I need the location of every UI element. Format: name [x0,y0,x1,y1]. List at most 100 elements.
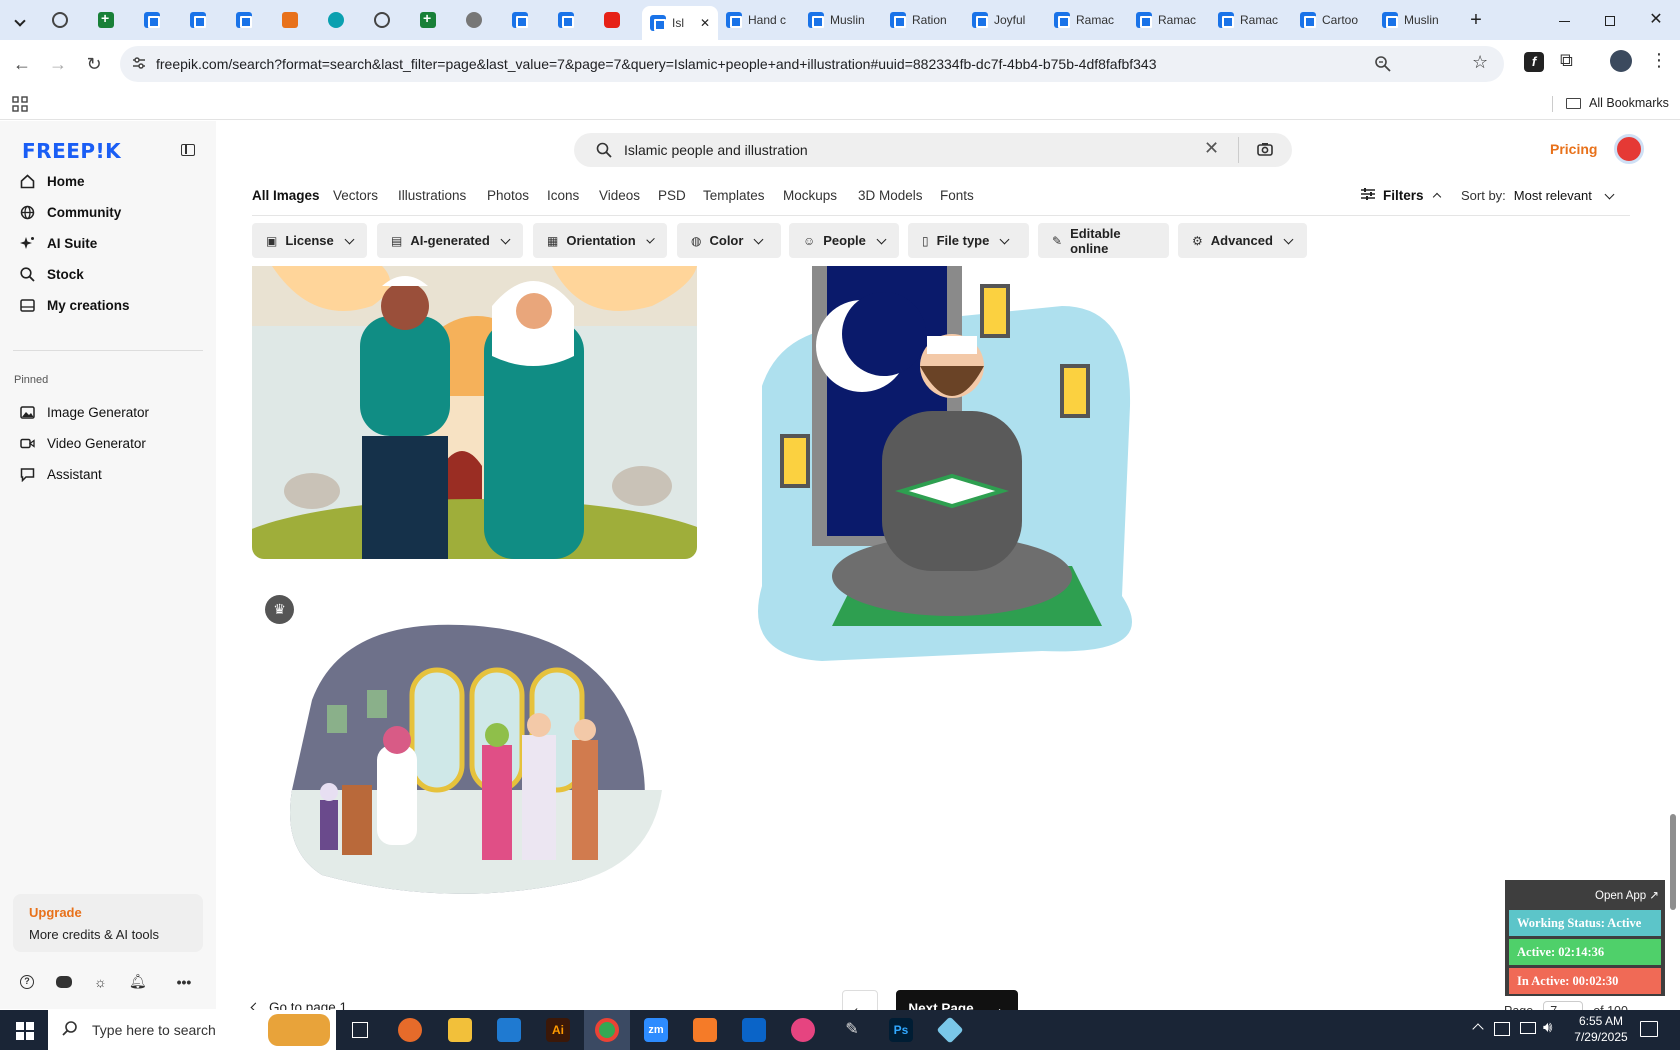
display-icon[interactable] [1520,1022,1536,1034]
browser-tab[interactable]: Hand c [718,6,800,34]
sidebar-item-community[interactable]: Community [20,200,121,224]
browser-tab[interactable]: Isl ✕ [642,6,718,40]
user-avatar[interactable] [1614,134,1644,164]
sidebar-item-my-creations[interactable]: My creations [20,293,130,317]
filter-license[interactable]: ▣ License [252,223,367,258]
category-tab-illustrations[interactable]: Illustrations [398,188,466,203]
zoom-app-icon[interactable]: zm [644,1018,668,1042]
category-tab-icons[interactable]: Icons [547,188,579,203]
filter-people[interactable]: ☺ People [789,223,899,258]
search-input[interactable]: Islamic people and illustration [624,142,808,158]
outlook-icon[interactable] [742,1018,766,1042]
result-image-couple-mosque[interactable] [252,266,697,559]
browser-tab[interactable] [412,6,458,34]
address-bar[interactable]: freepik.com/search?format=search&last_fi… [120,46,1504,82]
chrome-icon[interactable] [595,1018,619,1042]
bell-icon[interactable]: 🔔︎ [129,973,147,990]
category-tab-fonts[interactable]: Fonts [940,188,974,203]
photoshop-icon[interactable]: Ps [889,1018,913,1042]
puzzle-icon[interactable]: ⧉ [1560,50,1573,71]
filter-advanced[interactable]: ⚙ Advanced [1178,223,1307,258]
browser-tab[interactable] [596,6,642,34]
url-text[interactable]: freepik.com/search?format=search&last_fi… [156,56,1157,72]
notification-icon[interactable] [1640,1021,1658,1037]
browser-tab[interactable]: Ration [882,6,964,34]
open-app-link[interactable]: Open App ↗ [1595,888,1659,902]
category-tab-videos[interactable]: Videos [599,188,640,203]
browser-tab[interactable]: Ramac [1210,6,1292,34]
browser-tab[interactable] [228,6,274,34]
close-tab-icon[interactable]: ✕ [700,16,710,30]
xampp-icon[interactable] [693,1018,717,1042]
task-view-icon[interactable] [352,1022,368,1038]
restore-button[interactable] [1598,8,1622,32]
windows-start-icon[interactable] [16,1022,34,1045]
upgrade-card[interactable]: Upgrade More credits & AI tools [13,894,203,952]
new-tab-button[interactable]: + [1464,8,1488,32]
browser-tab[interactable]: Muslin [800,6,882,34]
browser-tab[interactable] [44,6,90,34]
more-dots-icon[interactable]: ••• [177,974,192,990]
sidebar-item-assistant[interactable]: Assistant [20,462,102,486]
browser-tab[interactable]: Ramac [1128,6,1210,34]
site-settings-icon[interactable] [132,56,146,70]
category-tab-vectors[interactable]: Vectors [333,188,378,203]
creative-cloud-icon[interactable] [791,1018,815,1042]
page-scrollbar[interactable] [1666,121,1680,1010]
discord-icon[interactable] [56,975,72,988]
profile-avatar[interactable] [1610,50,1632,72]
file-explorer-icon[interactable] [448,1018,472,1042]
taskbar-search-input[interactable]: Type here to search [92,1022,216,1038]
pen-tool-icon[interactable]: ✎ [840,1018,864,1042]
filter-color[interactable]: ◍ Color [677,223,781,258]
freepik-logo[interactable]: FREEP!K [22,139,121,163]
sidebar-item-video-generator[interactable]: Video Generator [20,431,146,455]
sidebar-item-home[interactable]: Home [20,169,85,193]
category-tab-psd[interactable]: PSD [658,188,686,203]
help-icon[interactable]: ? [20,974,34,989]
filter-ai-generated[interactable]: ▤ AI-generated [377,223,523,258]
bookmark-star-icon[interactable]: ☆ [1472,52,1488,73]
browser-tab[interactable]: Joyful [964,6,1046,34]
theme-sun-icon[interactable]: ☼ [94,974,107,990]
sidebar-item-ai-suite[interactable]: AI Suite [20,231,97,255]
back-button[interactable]: ← [10,52,34,76]
firefox-icon[interactable] [398,1018,422,1042]
menu-kebab-icon[interactable]: ⋮ [1650,50,1668,71]
extension-icon[interactable]: f [1524,52,1544,72]
taskbar-search[interactable]: Type here to search [48,1010,336,1050]
browser-tab[interactable] [136,6,182,34]
browser-tab[interactable] [320,6,366,34]
camera-search-icon[interactable] [1257,142,1273,162]
network-icon[interactable] [1494,1022,1510,1036]
category-tab-photos[interactable]: Photos [487,188,529,203]
category-tab-mockups[interactable]: Mockups [783,188,837,203]
result-image-family-visit[interactable] [282,620,667,895]
volume-icon[interactable]: 🔊︎ [1543,1019,1552,1036]
sort-control[interactable]: Sort by: Most relevant [1461,188,1615,203]
browser-tab[interactable]: Cartoo [1292,6,1374,34]
filters-toggle[interactable]: Filters [1361,188,1441,203]
browser-tab[interactable] [504,6,550,34]
tab-search-button[interactable] [8,8,32,32]
close-window-button[interactable]: ✕ [1644,8,1668,32]
app-diamond-icon[interactable] [936,1016,964,1044]
minimize-button[interactable] [1552,8,1576,32]
category-tab-3d-models[interactable]: 3D Models [858,188,923,203]
reload-button[interactable]: ↻ [82,52,106,76]
chevron-up-icon[interactable] [1472,1023,1484,1035]
browser-tab[interactable] [182,6,228,34]
browser-tab[interactable] [458,6,504,34]
collapse-sidebar-icon[interactable] [181,144,195,156]
filter-editable-online[interactable]: ✎ Editable online [1038,223,1169,258]
forward-button[interactable]: → [46,52,70,76]
browser-tab[interactable]: Muslin [1374,6,1456,34]
pricing-link[interactable]: Pricing [1550,141,1597,157]
all-bookmarks-button[interactable]: All Bookmarks [1566,96,1669,110]
browser-tab[interactable] [366,6,412,34]
filter-file-type[interactable]: ▯ File type [908,223,1029,258]
zoom-icon[interactable] [1374,55,1392,78]
browser-tab[interactable] [550,6,596,34]
illustrator-icon[interactable]: Ai [546,1018,570,1042]
sidebar-item-image-generator[interactable]: Image Generator [20,400,149,424]
